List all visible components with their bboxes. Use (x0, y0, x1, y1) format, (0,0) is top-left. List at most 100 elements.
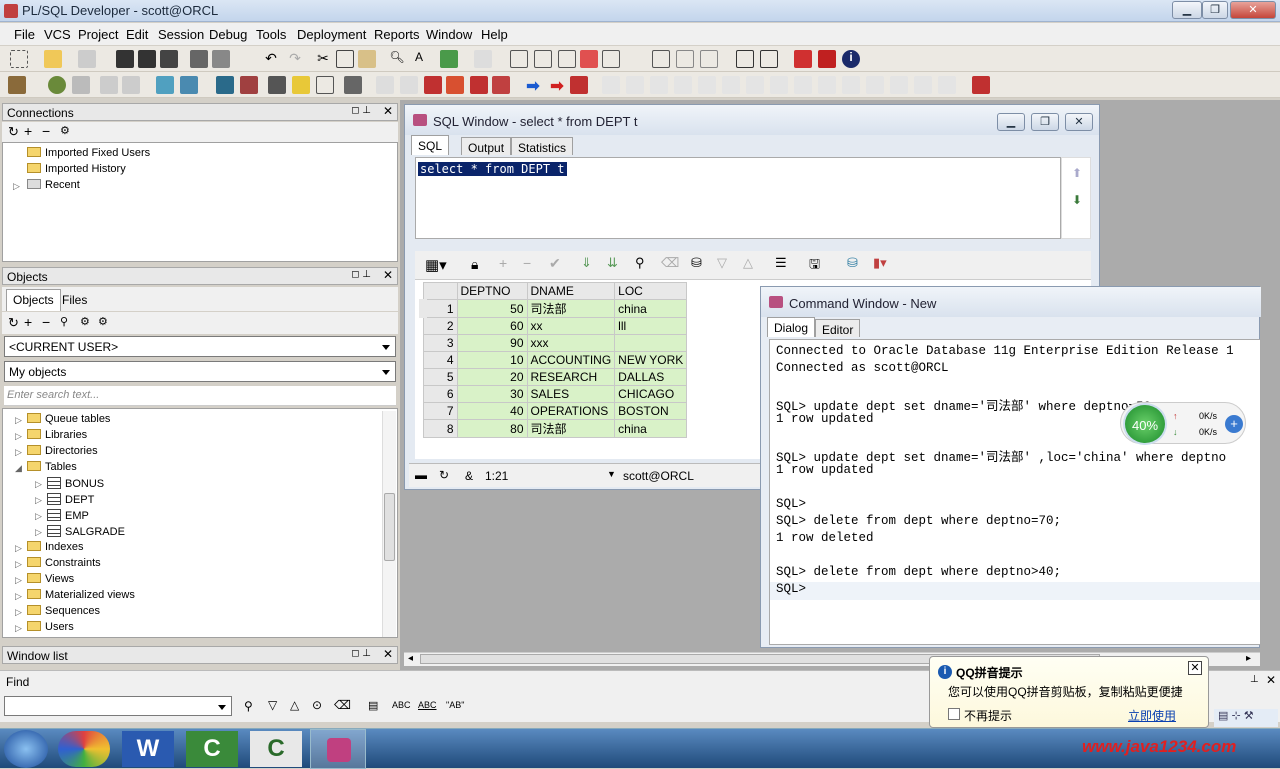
menu-file[interactable]: File (14, 27, 35, 42)
table-row[interactable]: 6 30 SALES CHICAGO (422, 385, 688, 403)
scroll-left-icon[interactable]: ◂ (408, 653, 413, 664)
highlight-icon[interactable]: ⊙ (312, 698, 322, 712)
table-row[interactable]: 7 40 OPERATIONS BOSTON (422, 402, 688, 420)
print-preview-icon[interactable] (78, 50, 96, 68)
table-cell[interactable]: lll (614, 317, 688, 335)
expand-icon[interactable]: ▷ (15, 447, 22, 458)
sql-minimize-button[interactable]: ▁ (997, 113, 1025, 131)
sql-editor[interactable]: select * from DEPT t (415, 157, 1061, 239)
print-icon[interactable] (190, 50, 208, 68)
commit-icon[interactable] (216, 76, 234, 94)
table-cell[interactable]: CHICAGO (614, 385, 688, 403)
column-header[interactable]: DEPTNO (456, 282, 528, 300)
collapse-icon[interactable]: ◢ (15, 463, 22, 474)
format-icon[interactable] (602, 50, 620, 68)
break-icon[interactable] (570, 76, 588, 94)
menu-help[interactable]: Help (481, 27, 508, 42)
pin-icon[interactable]: ⊥ (1250, 674, 1259, 685)
tree-item[interactable]: BONUS (47, 477, 104, 490)
table-cell[interactable]: DALLAS (614, 368, 688, 386)
start-button[interactable] (4, 730, 48, 768)
pin-icon[interactable]: ◻ ⊥ (351, 648, 371, 659)
camtasia-icon[interactable]: C (186, 731, 238, 767)
taskbar-app-icon[interactable] (58, 731, 110, 767)
arrow-right-red-icon[interactable]: ➡ (548, 76, 566, 95)
maximize-button[interactable]: ❐ (1202, 1, 1228, 19)
cmd-output[interactable]: Connected to Oracle Database 11g Enterpr… (769, 339, 1261, 645)
tile-icon[interactable] (652, 50, 670, 68)
rollback-icon[interactable] (240, 76, 258, 94)
export-icon[interactable] (474, 50, 492, 68)
tab-editor[interactable]: Editor (815, 319, 861, 337)
tab-sql[interactable]: SQL (411, 135, 450, 155)
table-cell[interactable]: xx (526, 317, 616, 335)
panel-close-icon[interactable]: ✕ (383, 647, 393, 661)
last-page-icon[interactable]: ⇊ (607, 255, 618, 271)
connect-icon[interactable]: ⚙ (60, 124, 70, 137)
table-row[interactable]: 5 20 RESEARCH DALLAS (422, 368, 688, 386)
find-next-icon[interactable]: ▽ (268, 698, 277, 712)
key-icon[interactable] (8, 76, 26, 94)
save-all-icon[interactable] (160, 50, 178, 68)
tree-item[interactable]: Materialized views (27, 589, 135, 601)
report-icon[interactable] (316, 76, 334, 94)
tree-item[interactable]: DEPT (47, 493, 94, 506)
expand-icon[interactable]: ▷ (35, 511, 42, 522)
pin-icon[interactable]: ◻ ⊥ (351, 269, 371, 280)
tab-output[interactable]: Output (461, 137, 512, 155)
table-cell[interactable]: xxx (526, 334, 616, 352)
search-input[interactable]: Enter search text... (4, 386, 396, 406)
scrollbar-thumb[interactable] (384, 493, 395, 561)
column-header[interactable]: DNAME (526, 282, 616, 300)
table-cell[interactable]: 50 (456, 299, 528, 318)
check-icon[interactable] (292, 76, 310, 94)
menu-vcs[interactable]: VCS (44, 27, 71, 42)
panel-close-icon[interactable]: ✕ (383, 104, 393, 118)
tab-files[interactable]: Files (62, 293, 87, 307)
unindent-icon[interactable] (534, 50, 552, 68)
query-by-example-icon[interactable]: ⛁ (691, 255, 702, 271)
indent-icon[interactable] (510, 50, 528, 68)
print-setup-icon[interactable] (212, 50, 230, 68)
find-prev-icon[interactable]: △ (290, 698, 299, 712)
debug16-icon[interactable] (972, 76, 990, 94)
menu-tools[interactable]: Tools (256, 27, 286, 42)
undo-icon[interactable]: ↶ (262, 50, 280, 68)
menu-reports[interactable]: Reports (374, 27, 420, 42)
windows-icon[interactable] (736, 50, 754, 68)
pin-icon[interactable]: ◻ ⊥ (351, 105, 371, 116)
expand-icon[interactable]: ▷ (13, 181, 20, 192)
export-icon[interactable]: ⛁ (847, 255, 858, 271)
refresh-icon[interactable]: ↻ (8, 315, 19, 331)
tree-item[interactable]: Recent (27, 179, 80, 191)
cascade-icon[interactable] (676, 50, 694, 68)
arrange-icon[interactable] (700, 50, 718, 68)
up-icon[interactable]: ⬆ (1072, 166, 1082, 180)
status-dropdown-icon[interactable]: ▼ (607, 469, 616, 479)
menu-session[interactable]: Session (158, 27, 204, 42)
tool4-icon[interactable] (446, 76, 464, 94)
tree-item[interactable]: Indexes (27, 541, 84, 553)
grid-icon[interactable]: ▦▾ (425, 256, 447, 274)
tool6-icon[interactable] (492, 76, 510, 94)
tree-item[interactable]: SALGRADE (47, 525, 125, 538)
find-close-icon[interactable]: ✕ (1266, 673, 1276, 687)
scrollbar[interactable] (382, 411, 396, 637)
table-row[interactable]: 1 50 司法部 china (419, 299, 688, 318)
table-cell[interactable]: 10 (456, 351, 528, 369)
sql-restore-button[interactable]: ❐ (1031, 113, 1059, 131)
new-icon[interactable] (10, 50, 28, 68)
stop-icon[interactable] (794, 50, 812, 68)
find-input[interactable] (4, 696, 232, 716)
table-cell[interactable]: china (614, 299, 688, 318)
word-icon[interactable]: W (122, 731, 174, 767)
menu-deployment[interactable]: Deployment (297, 27, 366, 42)
add-icon[interactable]: + (24, 123, 32, 139)
find-replace-icon[interactable]: A (410, 50, 428, 68)
table-cell[interactable]: 60 (456, 317, 528, 335)
redo-icon[interactable]: ↷ (286, 50, 304, 68)
tool5-icon[interactable] (470, 76, 488, 94)
tab-statistics[interactable]: Statistics (511, 137, 574, 155)
menu-project[interactable]: Project (78, 27, 118, 42)
close-button[interactable]: ✕ (1230, 1, 1276, 19)
